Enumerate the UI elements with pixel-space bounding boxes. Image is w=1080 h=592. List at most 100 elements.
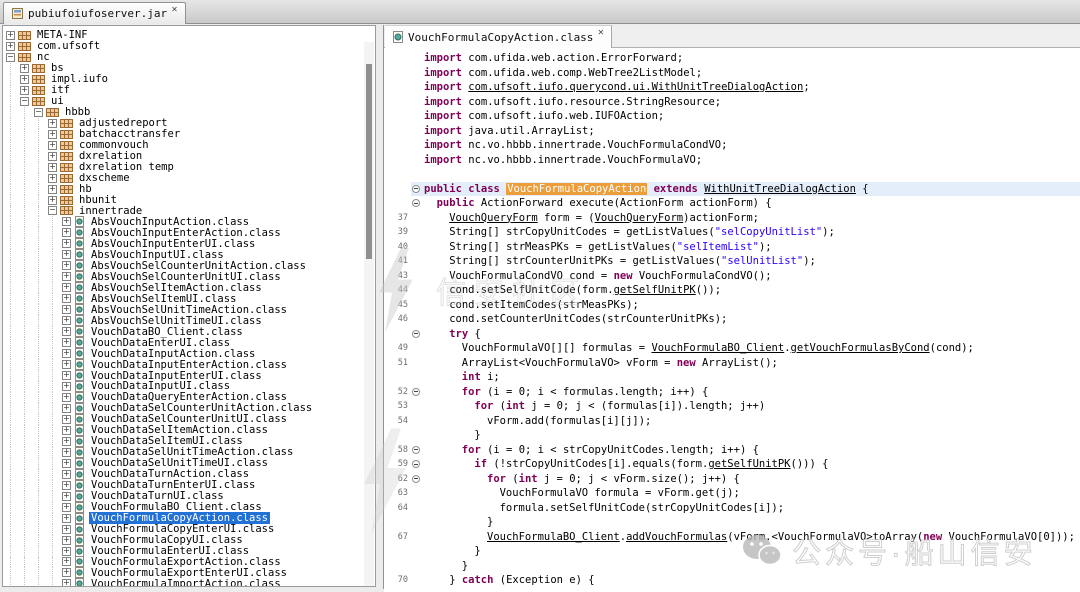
- expand-icon[interactable]: +: [20, 64, 29, 73]
- expand-icon[interactable]: +: [6, 31, 15, 40]
- tree-item[interactable]: −nc: [6, 52, 362, 63]
- expand-icon[interactable]: +: [48, 141, 57, 150]
- fold-collapse-icon[interactable]: [412, 446, 420, 454]
- fold-collapse-icon[interactable]: [412, 330, 420, 338]
- expand-icon[interactable]: +: [62, 338, 71, 347]
- tree-scrollbar-thumb[interactable]: [366, 64, 372, 259]
- tree-item[interactable]: +AbsVouchSelItemUI.class: [6, 293, 362, 304]
- close-icon[interactable]: ✕: [171, 5, 178, 14]
- expand-icon[interactable]: +: [62, 393, 71, 402]
- expand-icon[interactable]: +: [62, 316, 71, 325]
- tree-item[interactable]: +com.ufsoft: [6, 41, 362, 52]
- expand-icon[interactable]: +: [62, 250, 71, 259]
- tree-item[interactable]: +AbsVouchInputAction.class: [6, 216, 362, 227]
- expand-icon[interactable]: +: [62, 437, 71, 446]
- tree-item[interactable]: +AbsVouchInputEnterUI.class: [6, 238, 362, 249]
- tab-explorer-jar[interactable]: pubiufoiufoserver.jar ✕: [3, 2, 186, 24]
- tree-item[interactable]: +dxscheme: [6, 173, 362, 184]
- code-link[interactable]: VouchFormulaBO_Client: [651, 342, 784, 354]
- expand-icon[interactable]: +: [62, 448, 71, 457]
- expand-icon[interactable]: +: [62, 360, 71, 369]
- expand-icon[interactable]: +: [48, 196, 57, 205]
- tree-item[interactable]: +VouchDataInputEnterAction.class: [6, 359, 362, 370]
- code-link[interactable]: VouchQueryForm: [595, 212, 684, 224]
- expand-icon[interactable]: +: [48, 130, 57, 139]
- tree-item[interactable]: +VouchDataTurnUI.class: [6, 491, 362, 502]
- tree-item[interactable]: +VouchDataSelItemUI.class: [6, 436, 362, 447]
- expand-icon[interactable]: +: [62, 481, 71, 490]
- tree-item[interactable]: +VouchFormulaCopyUI.class: [6, 535, 362, 546]
- tree-item[interactable]: +VouchDataQueryEnterAction.class: [6, 392, 362, 403]
- expand-icon[interactable]: +: [62, 514, 71, 523]
- expand-icon[interactable]: +: [62, 470, 71, 479]
- expand-icon[interactable]: +: [62, 382, 71, 391]
- code-link[interactable]: com.ufsoft.iufo.querycond.ui.WithUnitTre…: [468, 81, 803, 93]
- tree-scrollbar[interactable]: [364, 42, 374, 586]
- expand-icon[interactable]: +: [62, 568, 71, 577]
- code-link[interactable]: VouchQueryForm: [449, 212, 538, 224]
- tree-item[interactable]: +AbsVouchInputEnterAction.class: [6, 227, 362, 238]
- tree-item[interactable]: +hb: [6, 184, 362, 195]
- tree-item[interactable]: +VouchDataInputAction.class: [6, 348, 362, 359]
- tree-item[interactable]: +VouchDataSelCounterUnitUI.class: [6, 414, 362, 425]
- fold-collapse-icon[interactable]: [412, 460, 420, 468]
- expand-icon[interactable]: +: [62, 536, 71, 545]
- fold-collapse-icon[interactable]: [412, 475, 420, 483]
- expand-icon[interactable]: +: [62, 579, 71, 586]
- expand-icon[interactable]: +: [48, 152, 57, 161]
- expand-icon[interactable]: +: [62, 327, 71, 336]
- expand-icon[interactable]: +: [62, 404, 71, 413]
- tree-item[interactable]: +META-INF: [6, 30, 362, 41]
- expand-icon[interactable]: +: [62, 426, 71, 435]
- tree-item[interactable]: +VouchDataInputUI.class: [6, 381, 362, 392]
- expand-icon[interactable]: +: [62, 261, 71, 270]
- tree-item[interactable]: +dxrelation temp: [6, 162, 362, 173]
- tree-item[interactable]: +VouchDataSelCounterUnitAction.class: [6, 403, 362, 414]
- tree-item[interactable]: +VouchDataTurnEnterUI.class: [6, 480, 362, 491]
- expand-icon[interactable]: +: [62, 294, 71, 303]
- code-link[interactable]: getSelfUnitPK: [614, 284, 696, 296]
- tree-item[interactable]: +AbsVouchSelCounterUnitAction.class: [6, 260, 362, 271]
- expand-icon[interactable]: +: [62, 547, 71, 556]
- expand-icon[interactable]: +: [62, 217, 71, 226]
- tree-item[interactable]: +VouchDataBO_Client.class: [6, 326, 362, 337]
- tree-item[interactable]: +AbsVouchSelCounterUnitUI.class: [6, 271, 362, 282]
- tree-item[interactable]: +VouchDataSelItemAction.class: [6, 425, 362, 436]
- expand-icon[interactable]: +: [62, 371, 71, 380]
- fold-collapse-icon[interactable]: [412, 199, 420, 207]
- code-link[interactable]: getSelfUnitPK: [708, 458, 790, 470]
- tree-item[interactable]: +dxrelation: [6, 151, 362, 162]
- tree-item[interactable]: +batchacctransfer: [6, 129, 362, 140]
- expand-icon[interactable]: +: [62, 228, 71, 237]
- expand-icon[interactable]: +: [62, 415, 71, 424]
- tab-editor-class[interactable]: VouchFormulaCopyAction.class ✕: [385, 25, 612, 48]
- tree-item[interactable]: −ui: [6, 96, 362, 107]
- expand-icon[interactable]: +: [20, 75, 29, 84]
- expand-icon[interactable]: +: [48, 163, 57, 172]
- tree-item[interactable]: +VouchDataEnterUI.class: [6, 337, 362, 348]
- package-tree[interactable]: +META-INF+com.ufsoft−nc+bs+impl.iufo+itf…: [3, 28, 362, 586]
- expand-icon[interactable]: +: [62, 349, 71, 358]
- tree-item[interactable]: +VouchDataTurnAction.class: [6, 469, 362, 480]
- collapse-icon[interactable]: −: [6, 53, 15, 62]
- tree-item[interactable]: +bs: [6, 63, 362, 74]
- code-link[interactable]: VouchFormulaBO_Client: [487, 531, 620, 543]
- tree-item[interactable]: −hbbb: [6, 107, 362, 118]
- tree-item[interactable]: +VouchFormulaEnterUI.class: [6, 546, 362, 557]
- expand-icon[interactable]: +: [48, 185, 57, 194]
- expand-icon[interactable]: +: [20, 86, 29, 95]
- code-link[interactable]: getVouchFormulasByCond: [791, 342, 930, 354]
- collapse-icon[interactable]: −: [34, 108, 43, 117]
- expand-icon[interactable]: +: [62, 239, 71, 248]
- tree-item[interactable]: +adjustedreport: [6, 118, 362, 129]
- collapse-icon[interactable]: −: [20, 97, 29, 106]
- tree-item[interactable]: +VouchFormulaCopyEnterUI.class: [6, 524, 362, 535]
- expand-icon[interactable]: +: [62, 272, 71, 281]
- tree-item[interactable]: +AbsVouchInputUI.class: [6, 249, 362, 260]
- fold-collapse-icon[interactable]: [412, 185, 420, 193]
- tree-item[interactable]: +itf: [6, 85, 362, 96]
- tree-item[interactable]: +impl.iufo: [6, 74, 362, 85]
- code-link[interactable]: WithUnitTreeDialogAction: [704, 183, 856, 195]
- expand-icon[interactable]: +: [62, 492, 71, 501]
- tree-item[interactable]: +VouchFormulaExportAction.class: [6, 557, 362, 568]
